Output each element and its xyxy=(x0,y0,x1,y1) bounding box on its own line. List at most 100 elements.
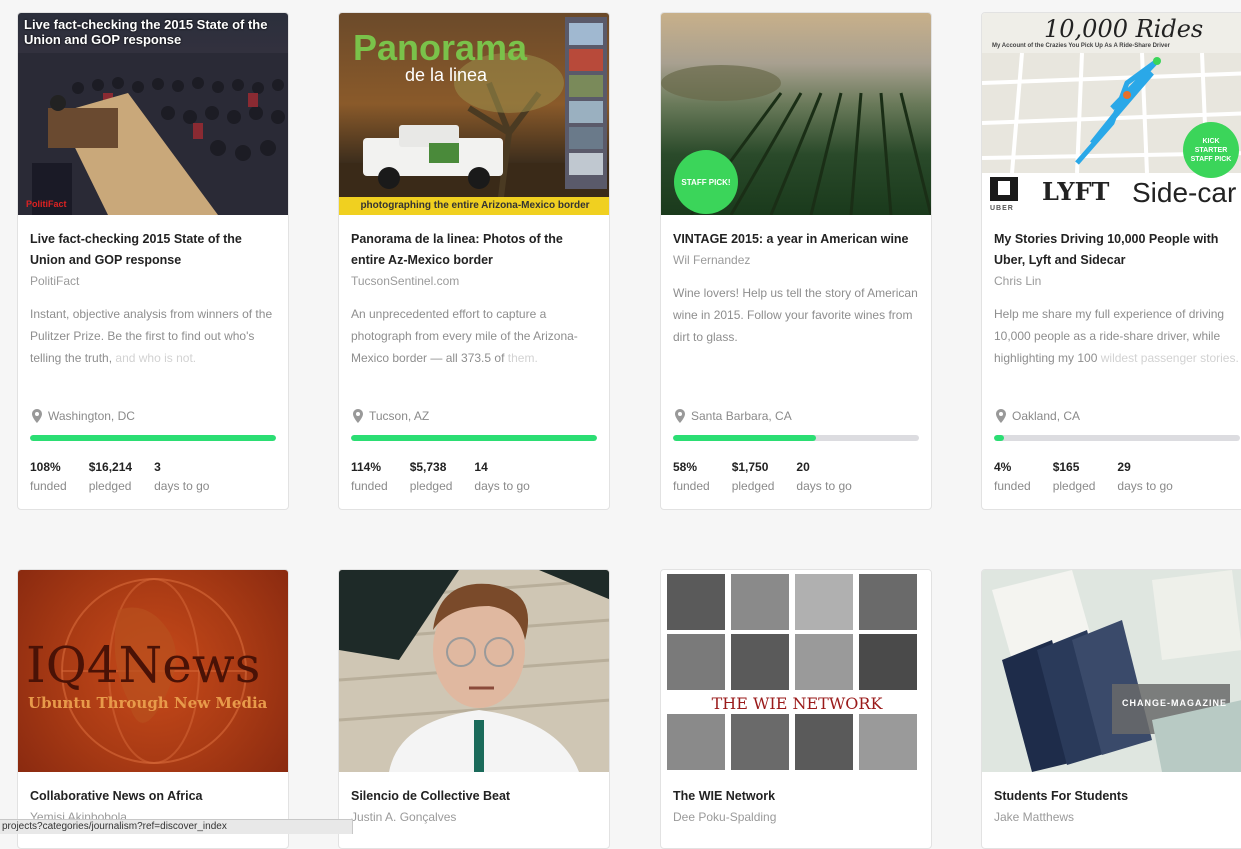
days-label: days to go xyxy=(796,479,852,493)
blurb-fade-text: them. xyxy=(507,351,538,365)
project-card[interactable]: Silencio de Collective Beat Justin A. Go… xyxy=(338,569,610,849)
blurb-text: An unprecedented effort to capture a pho… xyxy=(351,307,578,365)
pledged-value: $5,738 xyxy=(409,460,447,474)
project-location[interactable]: Santa Barbara, CA xyxy=(675,409,792,423)
project-card[interactable]: CHANGE-MAGAZINE Students For Students Ja… xyxy=(981,569,1241,849)
funded-label: funded xyxy=(994,479,1031,493)
funding-progress-bar xyxy=(994,435,1240,441)
project-image[interactable]: Panorama de la linea photographing the e… xyxy=(339,13,609,215)
project-card[interactable]: IQ4News Ubuntu Through New Media Collabo… xyxy=(17,569,289,849)
blurb-fade-text: and who is not. xyxy=(115,351,197,365)
project-location[interactable]: Washington, DC xyxy=(32,409,135,423)
location-label: Santa Barbara, CA xyxy=(691,409,792,423)
pledged-label: pledged xyxy=(88,479,132,493)
funded-label: funded xyxy=(673,479,710,493)
location-pin-icon xyxy=(32,409,42,423)
project-title[interactable]: Collaborative News on Africa xyxy=(30,786,276,807)
lyft-logo: LYFT xyxy=(1042,177,1110,206)
project-creator[interactable]: TucsonSentinel.com xyxy=(351,271,597,291)
funding-progress-bar xyxy=(673,435,919,441)
days-value: 29 xyxy=(1117,460,1131,474)
staff-pick-badge: STAFF PICK! xyxy=(677,153,735,211)
project-image[interactable]: STAFF PICK! xyxy=(661,13,931,215)
pledged-value: $16,214 xyxy=(88,460,133,474)
politifact-logo: PolitiFact xyxy=(26,199,67,209)
days-value: 14 xyxy=(474,460,488,474)
project-image[interactable]: THE WIE NETWORK xyxy=(661,570,931,772)
pledged-label: pledged xyxy=(731,479,775,493)
image-title: THE WIE NETWORK xyxy=(661,694,931,713)
funded-label: funded xyxy=(351,479,388,493)
project-blurb: Wine lovers! Help us tell the story of A… xyxy=(673,282,919,368)
image-caption: CHANGE-MAGAZINE xyxy=(1122,698,1227,708)
funding-progress-fill xyxy=(673,435,816,441)
project-creator[interactable]: Justin A. Gonçalves xyxy=(351,807,597,827)
project-creator[interactable]: Chris Lin xyxy=(994,271,1240,291)
project-card[interactable]: STAFF PICK! VINTAGE 2015: a year in Amer… xyxy=(660,12,932,510)
project-location[interactable]: Tucson, AZ xyxy=(353,409,429,423)
image-title: IQ4News xyxy=(26,636,261,694)
project-image[interactable] xyxy=(339,570,609,772)
project-creator[interactable]: Jake Matthews xyxy=(994,807,1240,827)
uber-logo: UBER xyxy=(990,205,1014,212)
pledged-label: pledged xyxy=(409,479,453,493)
location-label: Washington, DC xyxy=(48,409,135,423)
blurb-text: Wine lovers! Help us tell the story of A… xyxy=(673,286,918,344)
project-image[interactable]: Live fact-checking the 2015 State of the… xyxy=(18,13,288,215)
project-card[interactable]: Live fact-checking the 2015 State of the… xyxy=(17,12,289,510)
project-title[interactable]: Panorama de la linea: Photos of the enti… xyxy=(351,229,597,271)
funding-progress-fill xyxy=(351,435,597,441)
project-card[interactable]: Panorama de la linea photographing the e… xyxy=(338,12,610,510)
project-stats: 58% funded $1,750 pledged 20 days to go xyxy=(673,459,874,497)
project-location[interactable]: Oakland, CA xyxy=(996,409,1080,423)
funding-progress-fill xyxy=(994,435,1004,441)
project-title[interactable]: Live fact-checking 2015 State of the Uni… xyxy=(30,229,276,271)
project-card[interactable]: THE WIE NETWORK The WIE Network Dee Poku… xyxy=(660,569,932,849)
project-blurb: Instant, objective analysis from winners… xyxy=(30,303,276,389)
magazines-graphic xyxy=(982,570,1241,772)
funding-progress-bar xyxy=(351,435,597,441)
funded-value: 114% xyxy=(351,460,382,474)
project-title[interactable]: The WIE Network xyxy=(673,786,919,807)
project-stats: 108% funded $16,214 pledged 3 days to go xyxy=(30,459,231,497)
location-pin-icon xyxy=(353,409,363,423)
image-subtitle: My Account of the Crazies You Pick Up As… xyxy=(992,43,1170,49)
sidecar-logo: Side-car xyxy=(1132,177,1237,208)
funded-value: 4% xyxy=(994,460,1012,474)
blurb-fade-text: wildest passenger stories. xyxy=(1100,351,1239,365)
image-subtitle: de la linea xyxy=(405,65,488,85)
project-blurb: An unprecedented effort to capture a pho… xyxy=(351,303,597,389)
pledged-value: $165 xyxy=(1052,460,1080,474)
photo-grid-graphic xyxy=(667,574,917,770)
project-creator[interactable]: Wil Fernandez xyxy=(673,250,919,270)
funded-value: 108% xyxy=(30,460,61,474)
project-image[interactable]: 10,000 Rides My Account of the Crazies Y… xyxy=(982,13,1241,215)
funding-progress-bar xyxy=(30,435,276,441)
project-card[interactable]: 10,000 Rides My Account of the Crazies Y… xyxy=(981,12,1241,510)
image-caption: Live fact-checking the 2015 State of the… xyxy=(24,17,268,47)
project-stats: 114% funded $5,738 pledged 14 days to go xyxy=(351,459,552,497)
portrait-illustration xyxy=(339,570,609,772)
days-value: 20 xyxy=(796,460,810,474)
browser-status-bar: projects?categories/journalism?ref=disco… xyxy=(0,819,353,834)
location-pin-icon xyxy=(675,409,685,423)
location-label: Oakland, CA xyxy=(1012,409,1081,423)
project-creator[interactable]: Dee Poku-Spalding xyxy=(673,807,919,827)
staff-pick-badge: KICK STARTER STAFF PICK xyxy=(1186,125,1236,175)
project-title[interactable]: VINTAGE 2015: a year in American wine xyxy=(673,229,919,250)
image-subtitle: Ubuntu Through New Media xyxy=(28,694,268,712)
project-title[interactable]: My Stories Driving 10,000 People with Ub… xyxy=(994,229,1240,271)
funded-value: 58% xyxy=(673,460,698,474)
project-blurb: Help me share my full experience of driv… xyxy=(994,303,1240,389)
project-image[interactable]: IQ4News Ubuntu Through New Media xyxy=(18,570,288,772)
project-title[interactable]: Silencio de Collective Beat xyxy=(351,786,597,807)
project-stats: 4% funded $165 pledged 29 days to go xyxy=(994,459,1195,497)
project-title[interactable]: Students For Students xyxy=(994,786,1240,807)
funding-progress-fill xyxy=(30,435,276,441)
pledged-label: pledged xyxy=(1052,479,1096,493)
days-label: days to go xyxy=(154,479,210,493)
image-caption: photographing the entire Arizona-Mexico … xyxy=(339,197,609,215)
project-creator[interactable]: PolitiFact xyxy=(30,271,276,291)
project-image[interactable]: CHANGE-MAGAZINE xyxy=(982,570,1241,772)
days-label: days to go xyxy=(1117,479,1173,493)
